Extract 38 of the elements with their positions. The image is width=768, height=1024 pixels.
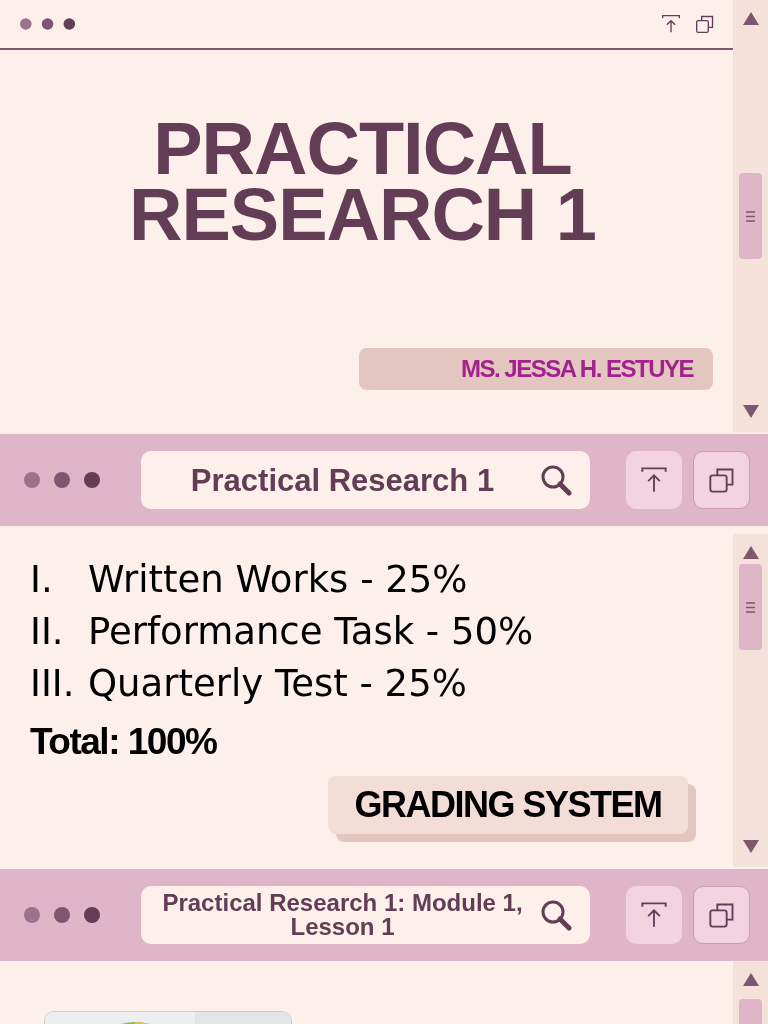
grip-icon	[746, 210, 755, 222]
scroll-up-icon[interactable]	[742, 973, 759, 986]
total-text: Total: 100%	[30, 721, 217, 762]
share-icon	[640, 901, 668, 929]
list-number: I.	[30, 557, 54, 603]
list-item: Quarterly Test - 25%	[88, 661, 467, 707]
scroll-up-icon[interactable]	[742, 12, 759, 25]
scrollbar[interactable]	[733, 534, 768, 867]
slide-title: PRACTICAL	[153, 116, 572, 182]
list-number: III.	[30, 661, 76, 707]
scroll-down-icon[interactable]	[742, 840, 759, 853]
search-text: Practical Research 1: Module 1, Lesson 1	[161, 891, 524, 939]
list-item: Written Works - 25%	[88, 557, 468, 603]
share-icon	[640, 466, 668, 494]
copy-button[interactable]	[693, 886, 750, 944]
share-button[interactable]	[626, 886, 682, 944]
copy-button[interactable]	[693, 451, 750, 509]
search-field[interactable]: Practical Research 1	[141, 451, 590, 509]
share-icon	[661, 14, 681, 34]
scrollbar[interactable]	[733, 0, 768, 432]
search-icon	[540, 464, 572, 496]
list-number: II.	[30, 609, 65, 655]
search-icon	[540, 899, 572, 931]
share-button[interactable]	[626, 451, 682, 509]
window-dots-icon	[20, 18, 78, 30]
scroll-up-icon[interactable]	[742, 546, 759, 559]
author-label: MS. JESSA H. ESTUYE	[359, 348, 713, 390]
search-field[interactable]: Practical Research 1: Module 1, Lesson 1	[141, 886, 590, 944]
copy-icon	[695, 14, 715, 34]
copy-icon	[707, 901, 736, 929]
list-item: Performance Task - 50%	[88, 609, 534, 655]
scroll-thumb[interactable]	[739, 564, 762, 650]
scroll-down-icon[interactable]	[742, 405, 759, 418]
scroll-thumb[interactable]	[739, 173, 762, 259]
slide-title: RESEARCH 1	[129, 182, 596, 248]
copy-icon	[707, 466, 736, 494]
search-text: Practical Research 1	[189, 464, 496, 496]
grip-icon	[746, 601, 755, 613]
